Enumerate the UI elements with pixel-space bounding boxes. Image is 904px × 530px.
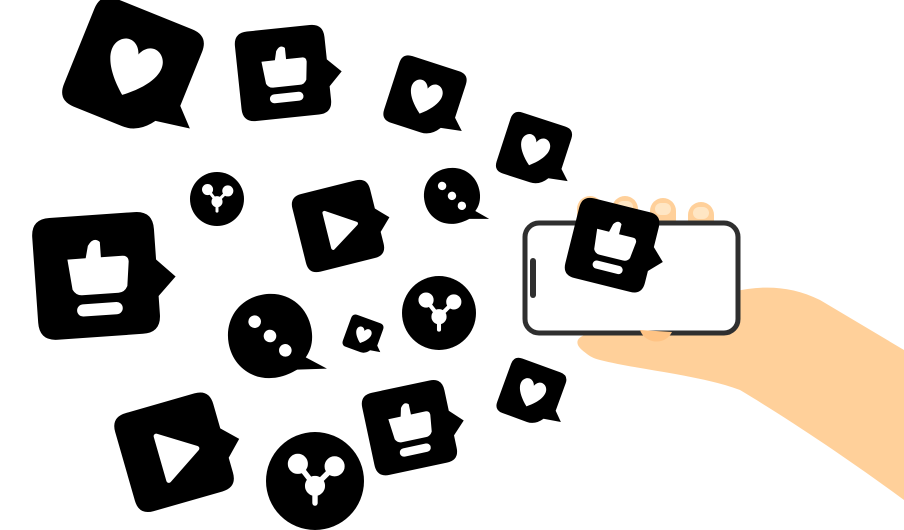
chat-icon xyxy=(221,285,327,385)
chat-icon xyxy=(420,163,490,228)
heart-icon xyxy=(380,52,480,145)
like-icon xyxy=(359,375,472,478)
phone-side-button xyxy=(530,258,536,298)
like-icon xyxy=(30,209,180,342)
share-icon xyxy=(188,170,246,228)
heart-icon xyxy=(494,355,577,433)
heart-icon xyxy=(493,109,584,194)
share-icon xyxy=(402,276,476,350)
heart-icon xyxy=(341,313,390,359)
like-icon xyxy=(233,22,346,123)
share-icon xyxy=(266,432,364,530)
social-media-illustration: .red .bg { fill: #FF4D5E; } .blue .bg { … xyxy=(30,0,904,530)
heart-icon xyxy=(57,0,225,151)
play-icon xyxy=(111,385,252,515)
play-icon xyxy=(287,172,401,277)
